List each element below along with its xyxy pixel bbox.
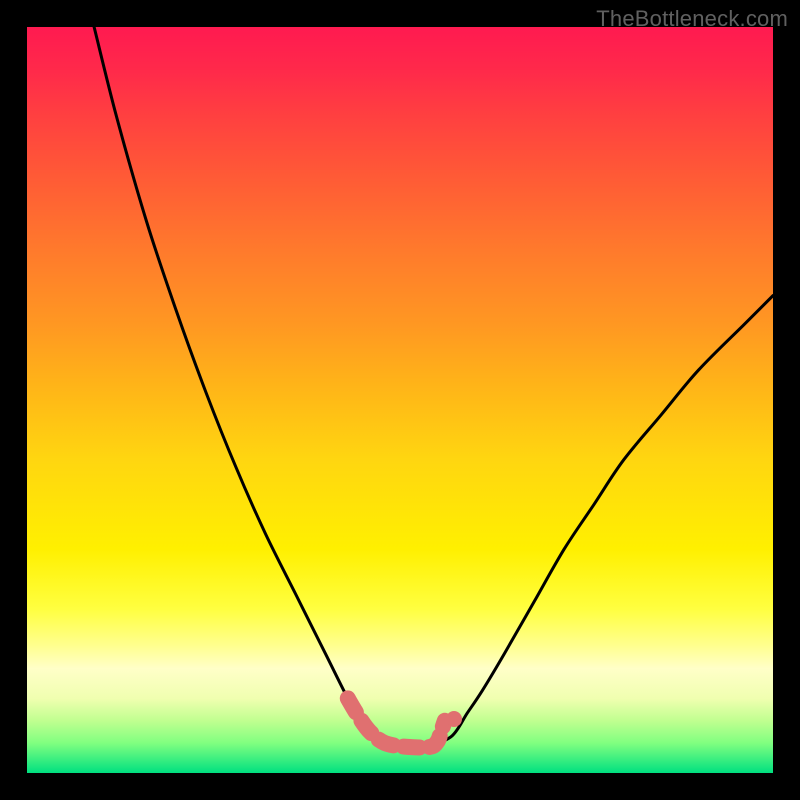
chart-svg xyxy=(27,27,773,773)
chart-plot-area xyxy=(27,27,773,773)
valley-marker-right-dot xyxy=(446,711,462,727)
watermark-text: TheBottleneck.com xyxy=(596,6,788,32)
right-curve xyxy=(430,296,773,747)
valley-marker xyxy=(348,698,445,747)
left-curve xyxy=(94,27,430,747)
